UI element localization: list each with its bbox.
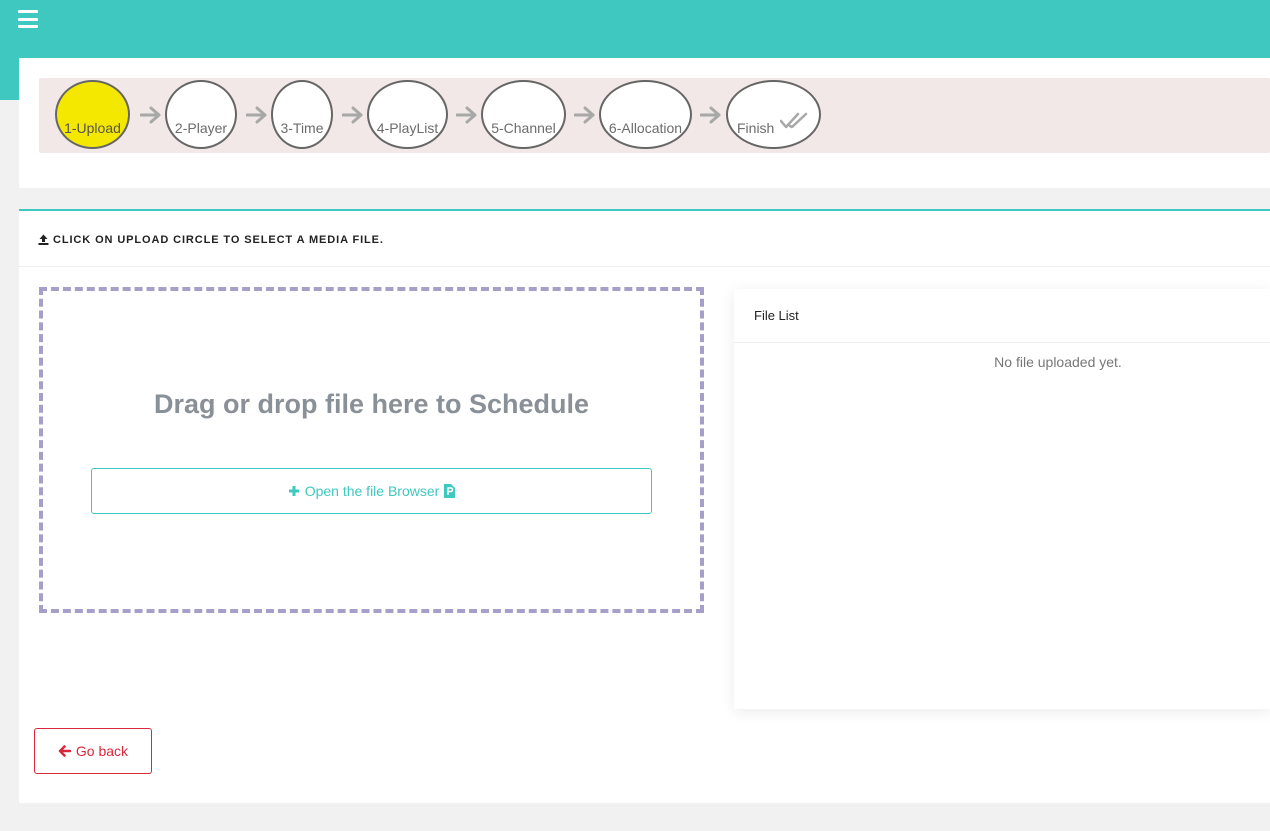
arrow-right-icon (700, 106, 721, 124)
file-list-panel: File List No file uploaded yet. (734, 289, 1270, 709)
arrow-right-icon (456, 106, 477, 124)
step-label: 2-Player (174, 120, 228, 136)
step-finish[interactable]: Finish (726, 80, 821, 149)
arrow-left-icon (58, 745, 71, 757)
drop-zone[interactable]: Drag or drop file here to Schedule Open … (39, 287, 704, 613)
step-player[interactable]: 2-Player (165, 80, 237, 149)
arrow-right-icon (574, 106, 595, 124)
step-label: Finish (737, 120, 775, 136)
step-label: 1-Upload (64, 120, 121, 136)
card-title: CLICK ON UPLOAD CIRCLE TO SELECT A MEDIA… (38, 234, 384, 246)
arrow-right-icon (140, 106, 161, 124)
step-label: 5-Channel (491, 120, 556, 136)
step-channel[interactable]: 5-Channel (481, 80, 566, 149)
step-label: 4-PlayList (376, 120, 439, 136)
file-list-empty-message: No file uploaded yet. (994, 354, 1122, 370)
step-label: 6-Allocation (608, 120, 683, 136)
step-upload[interactable]: 1-Upload (55, 80, 130, 149)
card-title-text: CLICK ON UPLOAD CIRCLE TO SELECT A MEDIA… (53, 234, 384, 246)
arrow-right-icon (342, 106, 363, 124)
open-file-browser-label: Open the file Browser (304, 483, 440, 499)
step-time[interactable]: 3-Time (271, 80, 333, 149)
drop-zone-text: Drag or drop file here to Schedule (153, 389, 590, 419)
double-check-icon (780, 112, 808, 129)
open-file-browser-button[interactable]: Open the file Browser (91, 468, 652, 514)
upload-icon (38, 234, 49, 245)
step-allocation[interactable]: 6-Allocation (599, 80, 692, 149)
upload-card: CLICK ON UPLOAD CIRCLE TO SELECT A MEDIA… (19, 209, 1270, 803)
go-back-button[interactable]: Go back (34, 728, 152, 774)
hamburger-icon[interactable] (18, 10, 38, 28)
go-back-label: Go back (75, 743, 129, 759)
wizard-card: 1-Upload 2-Player 3-Time 4-PlayList 5-Ch… (19, 58, 1270, 188)
plus-icon (288, 486, 299, 496)
file-list-header: File List (734, 289, 1270, 343)
step-label: 3-Time (280, 120, 324, 136)
arrow-right-icon (246, 106, 267, 124)
file-list-title: File List (754, 308, 799, 323)
card-header: CLICK ON UPLOAD CIRCLE TO SELECT A MEDIA… (19, 211, 1270, 267)
step-playlist[interactable]: 4-PlayList (367, 80, 448, 149)
file-icon (444, 484, 456, 498)
wizard-steps: 1-Upload 2-Player 3-Time 4-PlayList 5-Ch… (39, 78, 1270, 153)
